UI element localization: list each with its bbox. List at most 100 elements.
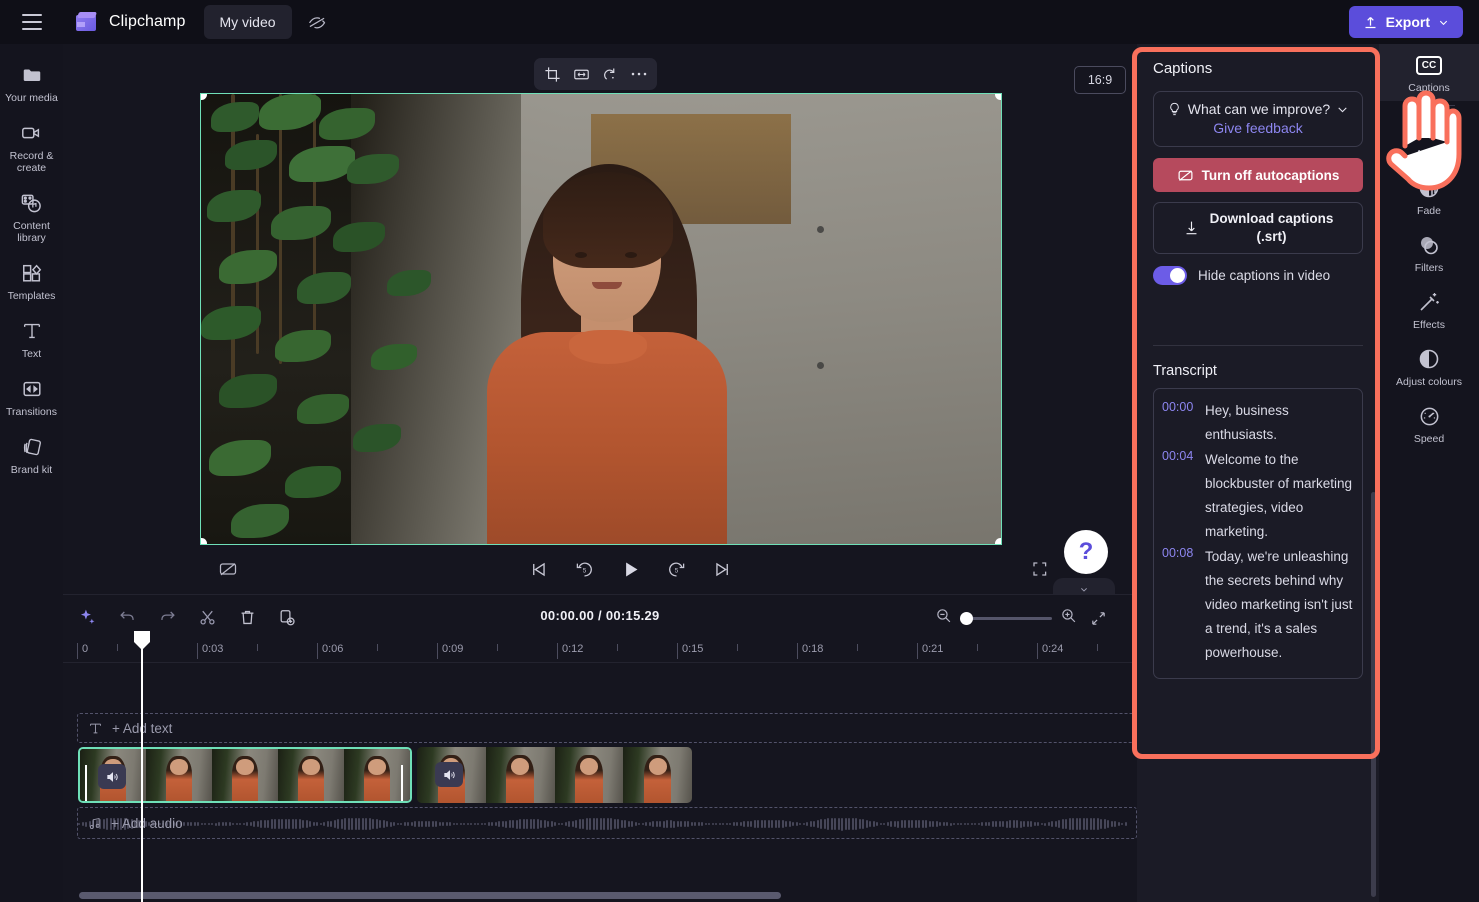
rotate-icon[interactable] [597, 61, 623, 87]
project-tab[interactable]: My video [203, 5, 292, 39]
sidebar-item-text[interactable]: Text [0, 310, 63, 368]
timeline-hscrollbar-thumb[interactable] [79, 892, 781, 899]
captions-panel: Captions What can we improve? Give feedb… [1137, 44, 1379, 902]
brand-logo-group[interactable]: Clipchamp [74, 11, 186, 33]
video-preview[interactable] [200, 93, 1002, 545]
download-line-1: Download captions [1209, 211, 1334, 226]
transcript-text[interactable]: Hey, business enthusiasts. [1205, 399, 1354, 447]
rail-label: Audio [1415, 148, 1443, 160]
transcript-time: 00:04 [1162, 449, 1194, 463]
download-line-2: (.srt) [1256, 229, 1287, 244]
forward-5-icon[interactable]: 5 [662, 555, 690, 583]
ellipsis-icon[interactable] [626, 61, 652, 87]
text-track[interactable]: + Add text [77, 713, 1137, 743]
rewind-5-icon[interactable]: 5 [570, 555, 598, 583]
brand-name: Clipchamp [109, 13, 186, 30]
video-clip-2[interactable] [417, 747, 692, 803]
transcript-row[interactable]: 00:04 Welcome to the blockbuster of mark… [1162, 448, 1354, 544]
transcript-row[interactable]: 00:08 Today, we're unleashing the secret… [1162, 545, 1354, 665]
speedometer-icon [1416, 404, 1442, 428]
rail-item-effects[interactable]: Effects [1379, 281, 1479, 338]
video-camera-icon [19, 121, 45, 145]
rail-item-adjust-colours[interactable]: Adjust colours [1379, 338, 1479, 395]
turn-off-autocaptions-button[interactable]: Turn off autocaptions [1153, 158, 1363, 192]
lightbulb-icon [1170, 102, 1179, 116]
question-mark-icon: ? [1078, 538, 1094, 565]
rail-item-filters[interactable]: Filters [1379, 224, 1479, 281]
rail-item-audio[interactable]: Audio [1379, 110, 1479, 167]
transcript-text[interactable]: Welcome to the blockbuster of marketing … [1205, 448, 1354, 544]
help-button[interactable]: ? [1064, 530, 1108, 574]
download-label: Download captions (.srt) [1210, 210, 1334, 246]
eye-off-icon[interactable] [300, 5, 334, 39]
skip-to-start-icon[interactable] [524, 555, 552, 583]
fit-width-icon[interactable] [568, 61, 594, 87]
play-button[interactable] [616, 555, 644, 583]
clipchamp-editor: Clipchamp My video Export Your media Rec… [0, 0, 1479, 902]
sidebar-item-record-create[interactable]: Record & create [0, 112, 63, 182]
rail-item-speed[interactable]: Speed [1379, 395, 1479, 452]
download-captions-button[interactable]: Download captions (.srt) [1153, 202, 1363, 254]
rail-divider [1403, 105, 1455, 106]
hide-captions-toggle[interactable] [1153, 266, 1187, 285]
export-button[interactable]: Export [1348, 6, 1463, 38]
hide-captions-toggle-row[interactable]: Hide captions in video [1153, 266, 1363, 285]
rail-item-fade[interactable]: Fade [1379, 167, 1479, 224]
download-arrow-icon [1186, 221, 1197, 235]
clip-trim-handle-left[interactable] [85, 765, 89, 801]
music-note-icon [89, 817, 100, 829]
sidebar-label: Transitions [6, 406, 57, 418]
transcript-text[interactable]: Today, we're unleashing the secrets behi… [1205, 545, 1354, 665]
sidebar-item-content-library[interactable]: Content library [0, 182, 63, 252]
sidebar-item-templates[interactable]: Templates [0, 252, 63, 310]
video-clip-1[interactable] [78, 747, 412, 803]
chevron-down-icon [1338, 106, 1347, 112]
transcript-time: 00:08 [1162, 546, 1194, 560]
give-feedback-link[interactable]: Give feedback [1162, 120, 1354, 136]
ruler-label: 0:09 [442, 643, 464, 655]
ruler-label: 0:15 [682, 643, 704, 655]
feedback-prompt: What can we improve? [1187, 101, 1331, 117]
fullscreen-icon[interactable] [1026, 555, 1054, 583]
sidebar-item-transitions[interactable]: Transitions [0, 368, 63, 426]
brand-kit-icon [19, 435, 45, 459]
transcript-list[interactable]: 00:00 Hey, business enthusiasts. 00:04 W… [1153, 388, 1363, 679]
rail-label: Effects [1413, 319, 1445, 331]
audio-track[interactable]: + Add audio [77, 807, 1137, 839]
sidebar-item-your-media[interactable]: Your media [0, 54, 63, 112]
clip-volume-icon[interactable] [98, 764, 126, 789]
panel-scrollbar[interactable] [1371, 492, 1376, 897]
timeline-ruler[interactable]: 0 0:03 0:06 0:09 0:12 0:15 0:18 0:21 0:2… [63, 639, 1137, 663]
aspect-ratio-button[interactable]: 16:9 [1074, 66, 1126, 94]
rail-label: Adjust colours [1396, 376, 1462, 388]
hamburger-menu-icon[interactable] [10, 0, 54, 44]
captions-off-icon[interactable] [214, 555, 242, 583]
clip-volume-icon[interactable] [435, 762, 463, 787]
rail-item-captions[interactable]: CC Captions [1379, 44, 1479, 101]
player-controls: 5 5 [200, 550, 1060, 588]
sidebar-item-brand-kit[interactable]: Brand kit [0, 426, 63, 484]
timeline-hscrollbar[interactable] [63, 890, 1137, 900]
zoom-slider-knob[interactable] [960, 611, 973, 625]
rail-label: Fade [1417, 205, 1441, 217]
resize-handle-br[interactable] [995, 538, 1001, 544]
playhead[interactable] [134, 631, 150, 902]
zoom-slider[interactable] [960, 611, 1052, 625]
crop-icon[interactable] [539, 61, 565, 87]
upload-arrow-icon [1365, 16, 1376, 28]
feedback-card[interactable]: What can we improve? Give feedback [1153, 91, 1363, 147]
clip-thumbnails [80, 749, 410, 801]
zoom-in-icon[interactable] [1060, 607, 1077, 629]
ruler-label: 0:12 [562, 643, 584, 655]
audio-waveform [78, 816, 1136, 832]
chevron-down-icon [1439, 20, 1448, 25]
transcript-row[interactable]: 00:00 Hey, business enthusiasts. [1162, 399, 1354, 447]
skip-to-end-icon[interactable] [708, 555, 736, 583]
preview-stage: 16:9 5 5 [63, 44, 1200, 594]
rail-label: Filters [1414, 262, 1444, 274]
fit-timeline-icon[interactable] [1085, 605, 1111, 631]
clip-trim-handle-right[interactable] [401, 765, 405, 801]
zoom-out-icon[interactable] [935, 607, 952, 629]
timeline-toolbar: 00:00.00 / 00:15.29 [63, 595, 1137, 639]
ruler-label: 0:21 [922, 643, 944, 655]
